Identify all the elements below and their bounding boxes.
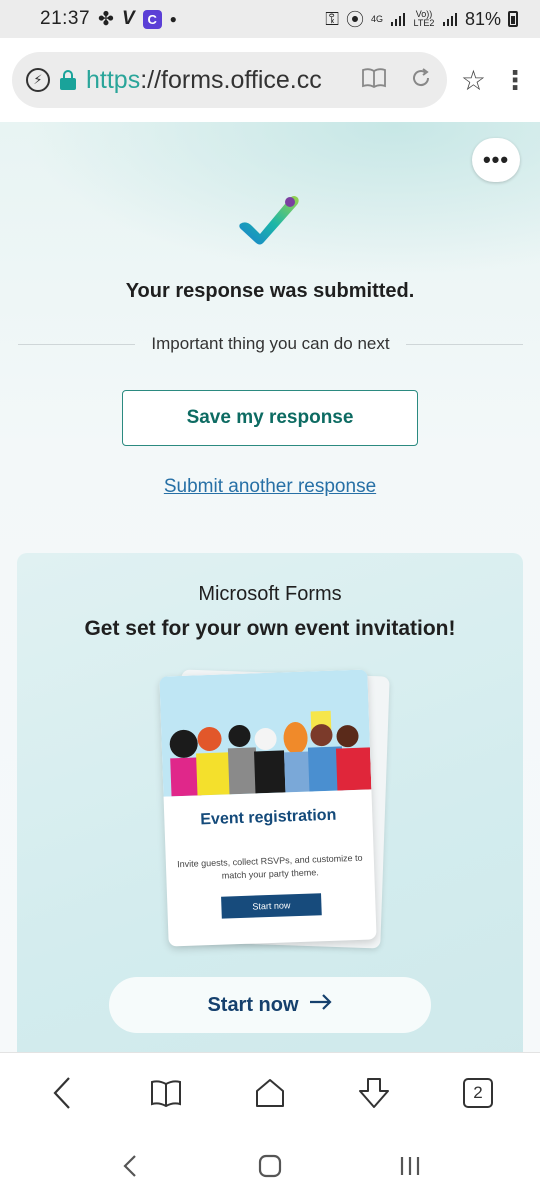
start-now-label: Start now — [207, 993, 299, 1016]
submitted-title: Your response was submitted. — [125, 280, 415, 302]
party-illustration — [159, 669, 372, 797]
app-badge-icon: C — [142, 9, 162, 29]
card-title: Event registration — [200, 806, 337, 829]
lock-icon[interactable] — [60, 70, 76, 90]
bolt-icon[interactable]: ⚡ — [26, 68, 50, 92]
more-options-button[interactable]: ••• — [472, 138, 520, 182]
v-app-icon: V — [121, 8, 135, 29]
start-now-button[interactable]: Start now — [109, 977, 431, 1033]
system-back-icon[interactable] — [100, 1136, 160, 1196]
network-type-label: 4G — [370, 13, 383, 24]
next-label: Important thing you can do next — [151, 334, 390, 353]
notification-dot-icon: ● — [169, 12, 177, 26]
address-bar[interactable]: ⚡ https://forms.office.cc — [12, 52, 447, 108]
reader-icon[interactable] — [361, 67, 387, 94]
save-response-button[interactable]: Save my response — [122, 390, 418, 446]
card-start-button[interactable]: Start now — [221, 893, 322, 919]
signal-icon — [390, 11, 406, 27]
menu-icon[interactable]: ⋮ — [502, 65, 528, 96]
card-description: Invite guests, collect RSVPs, and custom… — [176, 852, 363, 881]
star-icon[interactable]: ☆ — [461, 64, 486, 97]
more-dots-icon: ••• — [482, 147, 510, 172]
signal-2-icon — [442, 11, 458, 27]
home-icon[interactable] — [240, 1063, 300, 1123]
reload-icon[interactable] — [409, 66, 433, 95]
tabs-button[interactable]: 2 — [448, 1063, 508, 1123]
submit-another-link[interactable]: Submit another response — [0, 476, 540, 498]
divider-line-left — [18, 343, 136, 345]
hotspot-icon: ⦿ — [345, 10, 364, 30]
url-text[interactable]: https://forms.office.cc — [86, 66, 351, 95]
checkmark-icon — [239, 196, 299, 245]
template-card[interactable]: Event registration Invite guests, collec… — [159, 669, 377, 947]
system-nav-bar — [0, 1132, 540, 1200]
battery-percent: 81% — [464, 8, 501, 29]
system-recents-icon[interactable] — [380, 1136, 440, 1196]
divider-line-right — [405, 343, 523, 345]
browser-toolbar: ⚡ https://forms.office.cc ☆ ⋮ — [0, 38, 540, 122]
battery-icon — [508, 11, 518, 27]
browser-bottom-bar: 2 — [0, 1052, 540, 1132]
status-bar: 21:37 ✤ V C ● ⚿ ⦿ 4G Vo)) LTE2 81% — [0, 0, 540, 38]
bookmarks-icon[interactable] — [136, 1063, 196, 1123]
back-icon[interactable] — [32, 1063, 92, 1123]
next-divider: Important thing you can do next — [18, 334, 523, 354]
download-icon[interactable] — [344, 1063, 404, 1123]
key-icon: ⚿ — [325, 8, 339, 29]
promo-card: Microsoft Forms Get set for your own eve… — [17, 553, 523, 1052]
promo-title: Get set for your own event invitation! — [84, 617, 456, 640]
arrow-right-icon — [309, 993, 333, 1017]
tabs-count: 2 — [463, 1077, 493, 1108]
volte-label: Vo)) LTE2 — [413, 9, 435, 28]
page-content: ••• Your response was submitted. Importa… — [0, 122, 540, 1052]
promo-brand: Microsoft Forms — [198, 583, 342, 605]
system-home-icon[interactable] — [240, 1136, 300, 1196]
pinwheel-icon: ✤ — [98, 8, 114, 30]
status-time: 21:37 — [40, 8, 91, 29]
